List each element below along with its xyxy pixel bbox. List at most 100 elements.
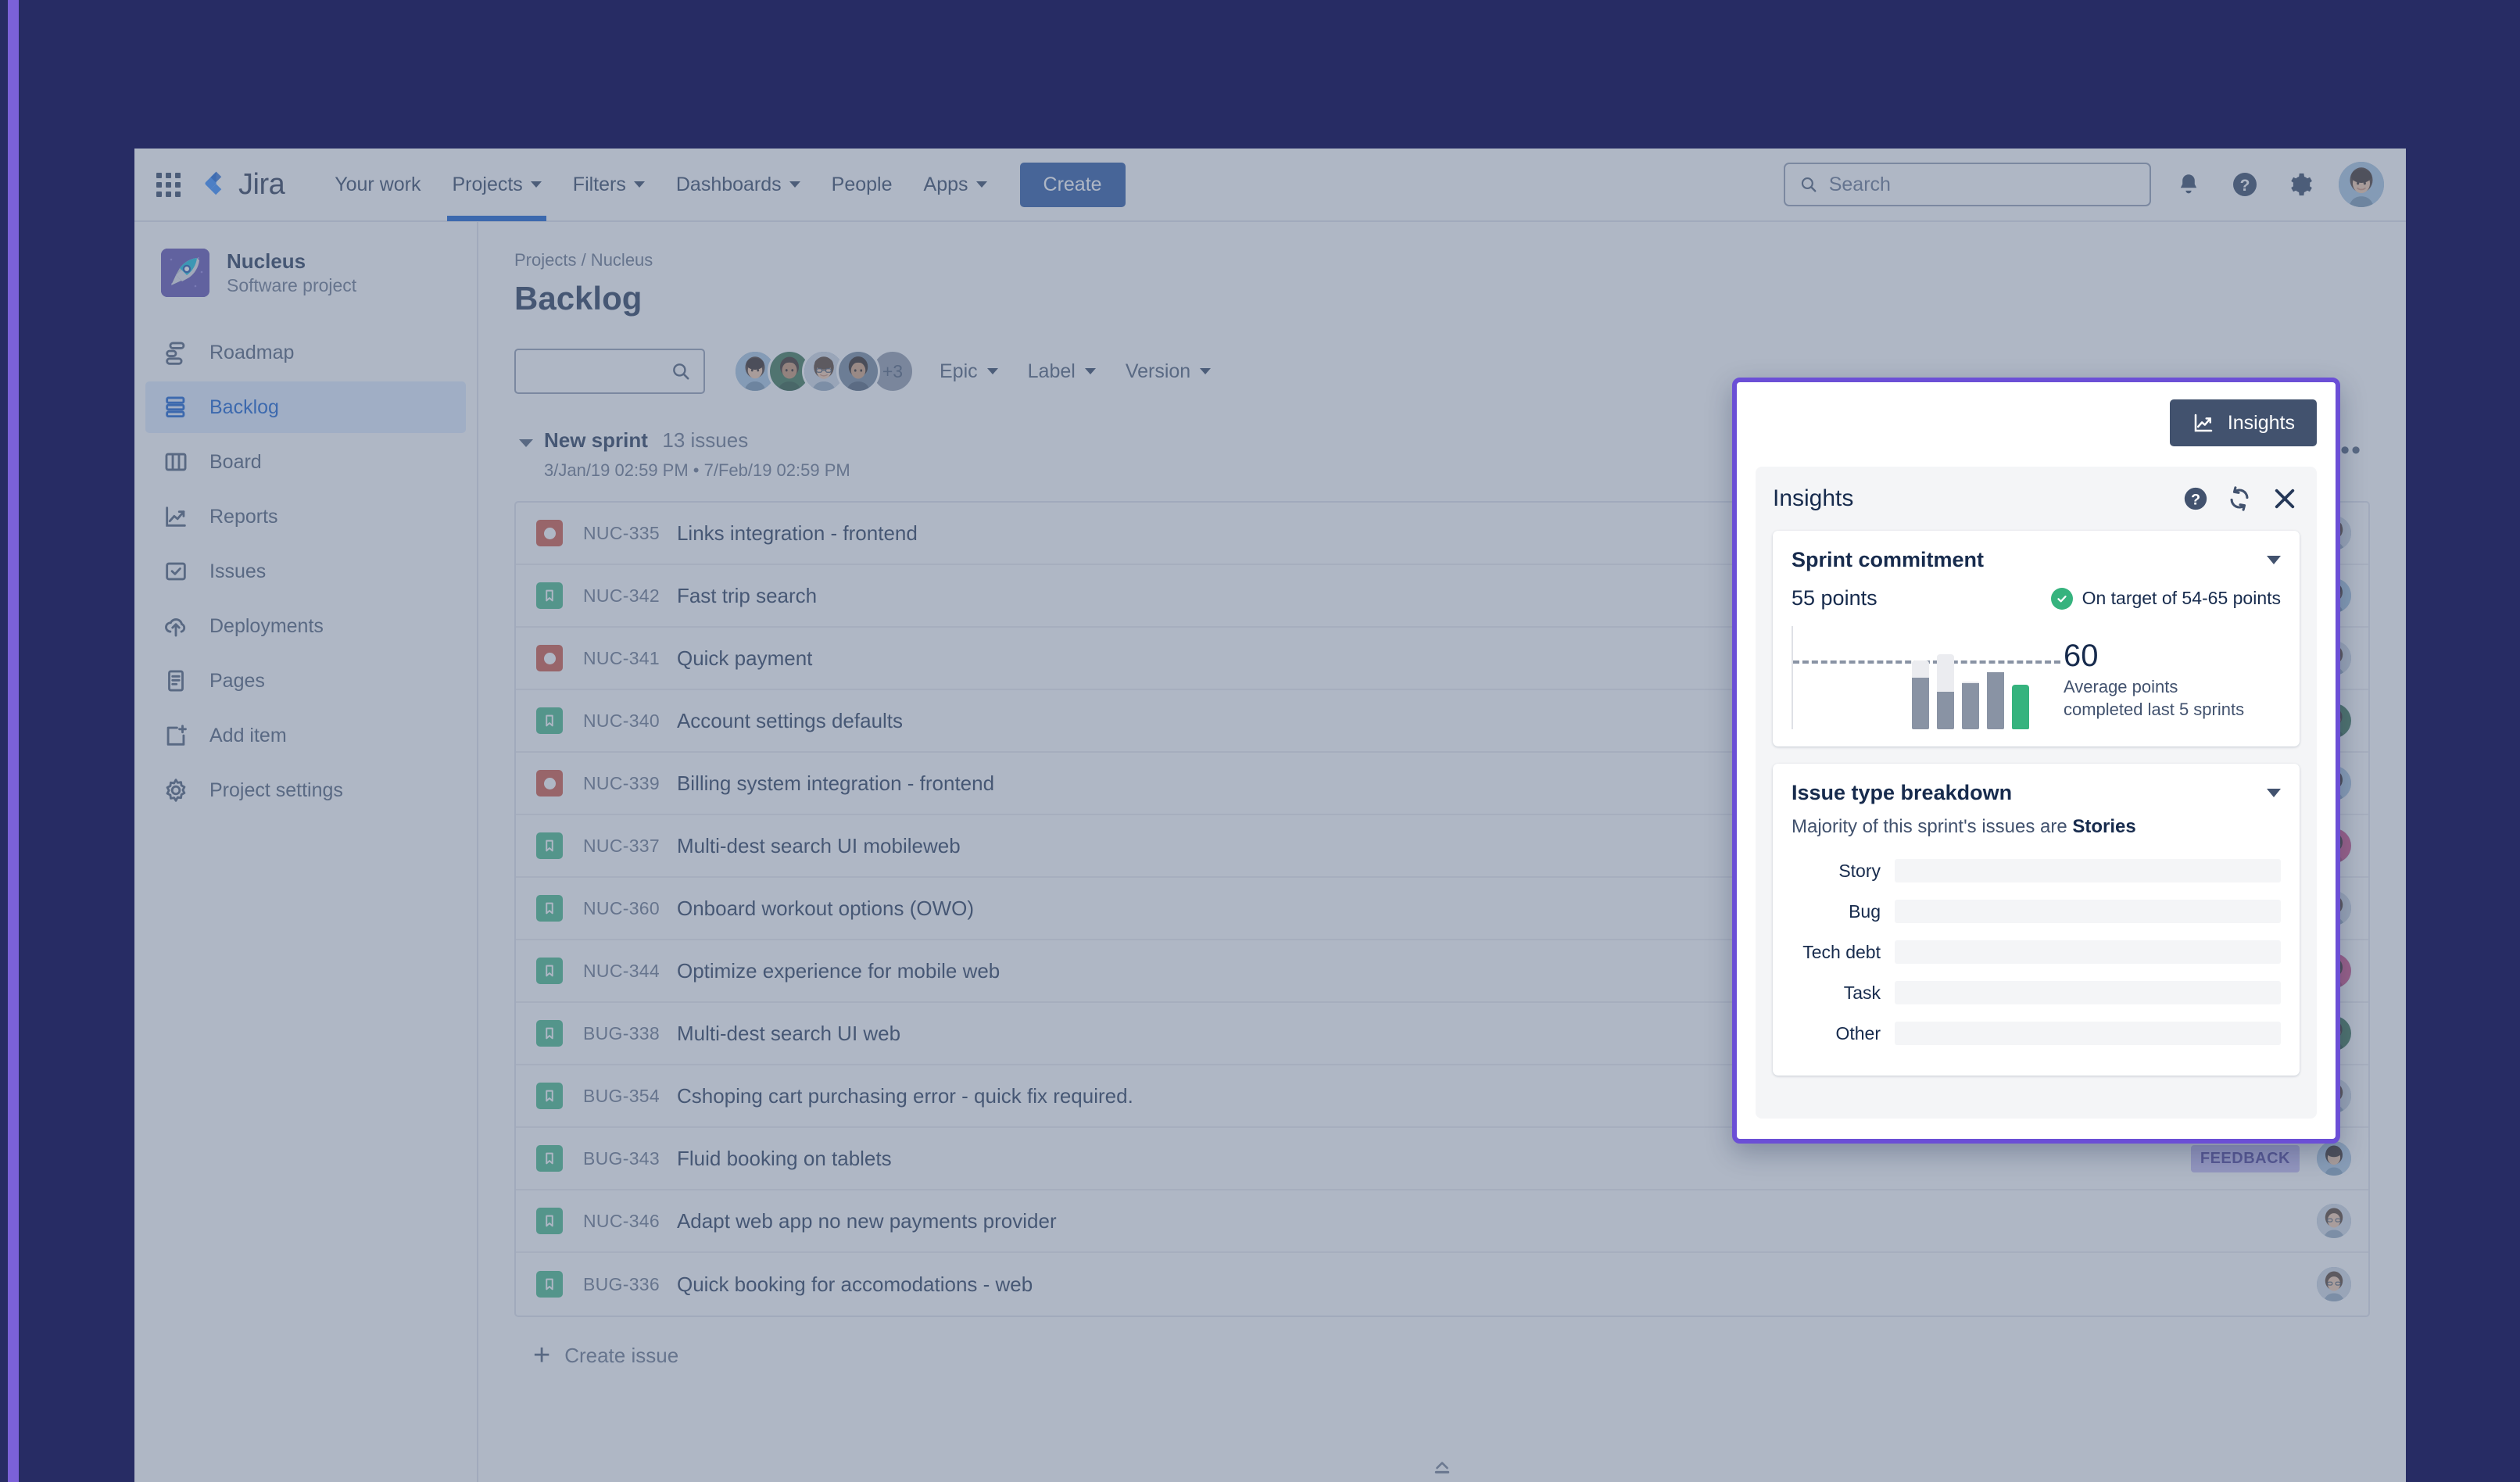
average-caption-line1: Average points bbox=[2064, 677, 2178, 696]
avatar[interactable] bbox=[2317, 1267, 2351, 1301]
app-switcher-icon[interactable] bbox=[156, 172, 181, 197]
issue-summary: Fluid booking on tablets bbox=[676, 1146, 892, 1170]
nav-label: Apps bbox=[923, 173, 968, 195]
nav-item-people[interactable]: People bbox=[816, 149, 908, 221]
sidebar-item-pages[interactable]: Pages bbox=[145, 655, 466, 707]
chevron-down-icon[interactable] bbox=[2267, 556, 2281, 564]
issue-summary: Account settings defaults bbox=[676, 708, 904, 732]
avatar[interactable] bbox=[2317, 1141, 2351, 1176]
assignee-avatar-group: +3 bbox=[733, 349, 915, 393]
sidebar-item-label: Backlog bbox=[209, 396, 279, 418]
sprint-collapse-icon[interactable] bbox=[519, 439, 533, 447]
sidebar-item-deployments[interactable]: Deployments bbox=[145, 600, 466, 652]
filter-label[interactable]: Label bbox=[1023, 354, 1101, 389]
issue-type-story-icon bbox=[536, 1083, 563, 1109]
filter-version[interactable]: Version bbox=[1121, 354, 1215, 389]
nav-label: Filters bbox=[572, 173, 626, 195]
chevron-down-icon bbox=[1084, 368, 1096, 374]
chevron-down-icon bbox=[633, 181, 645, 188]
close-icon[interactable] bbox=[2270, 484, 2300, 514]
sidebar-item-project-settings[interactable]: Project settings bbox=[145, 764, 466, 816]
project-sidebar: Nucleus Software project Roadmap Backlog… bbox=[134, 222, 478, 1482]
page-title: Backlog bbox=[514, 280, 643, 317]
settings-gear-icon[interactable] bbox=[2282, 166, 2320, 203]
breakdown-bars: Story Bug Tech debt Task Other bbox=[1792, 855, 2281, 1049]
insights-panel-title: Insights bbox=[1773, 485, 1854, 511]
sprint-name: New sprint bbox=[544, 428, 648, 452]
backlog-search-input[interactable] bbox=[514, 349, 705, 394]
nav-label: Your work bbox=[335, 173, 421, 195]
issue-summary: Onboard workout options (OWO) bbox=[676, 896, 975, 920]
project-avatar-rocket-icon bbox=[161, 249, 209, 297]
sidebar-item-label: Project settings bbox=[209, 779, 343, 801]
issue-type-story-icon bbox=[536, 1020, 563, 1047]
create-issue-button[interactable]: + Create issue bbox=[514, 1341, 2370, 1370]
breakdown-label: Story bbox=[1838, 860, 1881, 881]
issue-key: NUC-337 bbox=[583, 835, 660, 856]
global-search-box[interactable] bbox=[1784, 163, 2151, 206]
issue-key: NUC-344 bbox=[583, 960, 660, 981]
jira-logo[interactable]: Jira bbox=[201, 168, 285, 202]
table-row[interactable]: NUC-346 Adapt web app no new payments pr… bbox=[516, 1190, 2368, 1253]
sprint-status: On target of 54-65 points bbox=[2050, 587, 2281, 610]
sprint-status-text: On target of 54-65 points bbox=[2082, 588, 2281, 608]
issue-summary: Multi-dest search UI web bbox=[676, 1021, 901, 1045]
issue-key: NUC-335 bbox=[583, 522, 660, 543]
help-icon[interactable]: ? bbox=[2182, 485, 2209, 512]
create-button[interactable]: Create bbox=[1019, 162, 1126, 207]
help-icon[interactable]: ? bbox=[2226, 166, 2264, 203]
issue-key: NUC-346 bbox=[583, 1210, 660, 1231]
sidebar-item-label: Deployments bbox=[209, 614, 324, 637]
breakdown-subtitle-bold: Stories bbox=[2072, 816, 2136, 837]
svg-text:?: ? bbox=[2240, 177, 2250, 195]
nav-label: Dashboards bbox=[675, 173, 782, 195]
epic-tag[interactable]: FEEDBACK bbox=[2190, 1144, 2300, 1172]
sidebar-item-add-item[interactable]: Add item bbox=[145, 710, 466, 761]
notification-bell-icon[interactable] bbox=[2170, 166, 2207, 203]
sprint-commitment-chart: 60 Average points completed last 5 sprin… bbox=[1792, 626, 2281, 729]
issue-type-bug-icon bbox=[536, 645, 563, 671]
average-points-value: 60 bbox=[2064, 639, 2099, 673]
sidebar-item-backlog[interactable]: Backlog bbox=[145, 381, 466, 433]
nav-item-your-work[interactable]: Your work bbox=[319, 149, 436, 221]
panel-resize-handle[interactable] bbox=[1432, 1457, 1452, 1477]
search-icon bbox=[673, 363, 689, 380]
breakdown-track bbox=[1895, 900, 2281, 923]
insights-chart-icon bbox=[2194, 413, 2213, 432]
breakdown-track bbox=[1895, 859, 2281, 882]
nav-item-apps[interactable]: Apps bbox=[908, 149, 1003, 221]
sidebar-item-label: Pages bbox=[209, 669, 265, 692]
issue-type-story-icon bbox=[536, 707, 563, 734]
table-row[interactable]: BUG-336 Quick booking for accomodations … bbox=[516, 1253, 2368, 1316]
chevron-down-icon[interactable] bbox=[2267, 789, 2281, 797]
average-points-block: 60 Average points completed last 5 sprin… bbox=[2064, 626, 2244, 721]
project-header[interactable]: Nucleus Software project bbox=[134, 244, 477, 324]
sidebar-item-board[interactable]: Board bbox=[145, 436, 466, 488]
issue-type-story-icon bbox=[536, 958, 563, 984]
insights-card-header: Insights ? bbox=[1773, 484, 2300, 514]
insights-toggle-button[interactable]: Insights bbox=[2169, 399, 2317, 446]
user-avatar[interactable] bbox=[2339, 162, 2384, 207]
breadcrumb[interactable]: Projects / Nucleus bbox=[514, 250, 2370, 270]
refresh-icon[interactable] bbox=[2226, 485, 2253, 512]
issue-summary: Billing system integration - frontend bbox=[676, 771, 995, 795]
sidebar-item-reports[interactable]: Reports bbox=[145, 491, 466, 542]
breakdown-row: Other bbox=[1792, 1018, 2281, 1049]
sidebar-item-roadmap[interactable]: Roadmap bbox=[145, 327, 466, 378]
top-nav-right-group: ? bbox=[1784, 162, 2384, 207]
sprint-commitment-widget: Sprint commitment 55 points On target of… bbox=[1773, 531, 2300, 746]
filter-epic[interactable]: Epic bbox=[935, 354, 1003, 389]
nav-item-projects[interactable]: Projects bbox=[436, 149, 557, 221]
widget-header: Sprint commitment bbox=[1792, 548, 2281, 572]
avatar[interactable] bbox=[2317, 1204, 2351, 1238]
pages-document-icon bbox=[168, 670, 184, 692]
nav-item-filters[interactable]: Filters bbox=[557, 149, 660, 221]
sidebar-item-label: Issues bbox=[209, 560, 267, 582]
nav-item-dashboards[interactable]: Dashboards bbox=[660, 149, 816, 221]
sprint-points-value: 55 points bbox=[1792, 586, 1877, 610]
avatar[interactable] bbox=[836, 349, 880, 393]
chart-bar bbox=[1937, 654, 1954, 729]
issue-summary: Fast trip search bbox=[676, 583, 818, 607]
search-input[interactable] bbox=[1828, 173, 2135, 196]
sidebar-item-issues[interactable]: Issues bbox=[145, 546, 466, 597]
